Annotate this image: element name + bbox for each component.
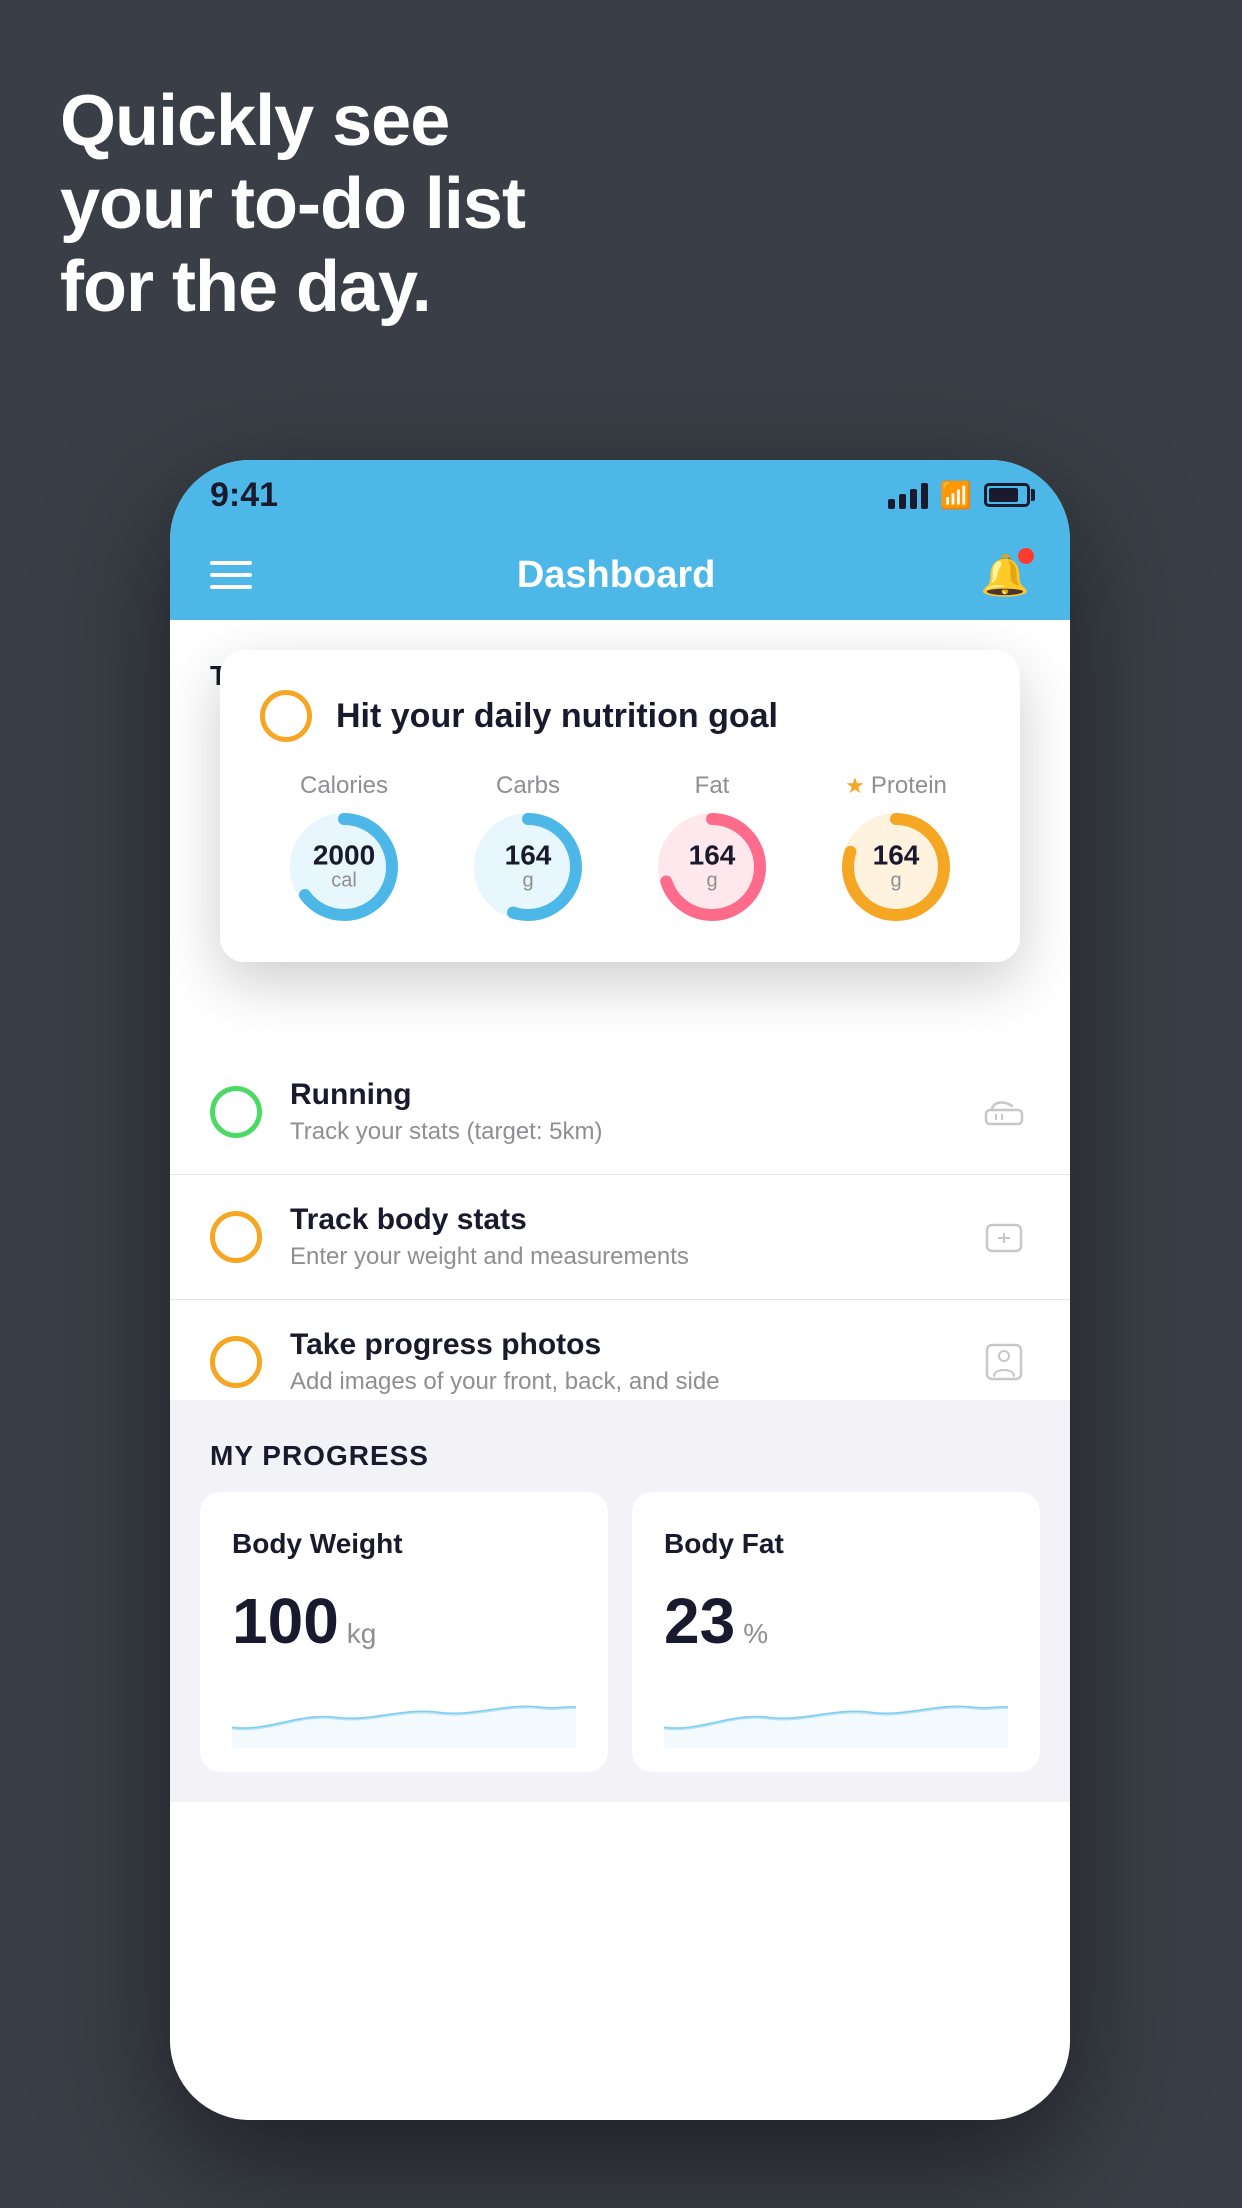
progress-cards: Body Weight 100 kg Body Fat 23 % [170,1492,1070,1802]
nav-bar: Dashboard 🔔 [170,530,1070,620]
nutrition-metrics: Calories 2000 cal Carbs 164 g Fat 164 g … [260,772,980,922]
todo-check-circle[interactable] [210,1086,262,1138]
todo-item[interactable]: Track body stats Enter your weight and m… [170,1175,1070,1300]
phone-frame: 9:41 📶 Dashboard 🔔 THINGS TO DO TODAY [170,460,1070,2120]
todo-text: Track body stats Enter your weight and m… [290,1203,689,1271]
nav-title: Dashboard [517,554,715,597]
todo-subtitle: Track your stats (target: 5km) [290,1118,603,1146]
status-time: 9:41 [210,476,278,515]
nutrition-metric: ★Protein 164 g [841,772,951,922]
todo-title: Take progress photos [290,1328,720,1362]
wifi-icon: 📶 [940,480,972,511]
donut-unit: g [873,870,920,893]
donut-chart: 2000 cal [289,812,399,922]
donut-center: 164 g [505,842,552,893]
todo-check-circle[interactable] [210,1211,262,1263]
todo-text: Running Track your stats (target: 5km) [290,1078,603,1146]
progress-number: 100 [232,1584,339,1658]
donut-center: 164 g [689,842,736,893]
nutrition-card-title-row: Hit your daily nutrition goal [260,690,980,742]
progress-number: 23 [664,1584,735,1658]
progress-card-title: Body Weight [232,1528,576,1560]
todo-item[interactable]: Running Track your stats (target: 5km) [170,1050,1070,1175]
notification-dot [1018,548,1034,564]
progress-value: 100 kg [232,1584,576,1658]
metric-label: Calories [300,772,388,800]
nutrition-metric: Calories 2000 cal [289,772,399,922]
donut-value: 164 [873,842,920,870]
progress-unit: % [743,1618,768,1650]
headline-line1: Quickly see [60,81,449,161]
donut-chart: 164 g [473,812,583,922]
donut-center: 164 g [873,842,920,893]
todo-icon [978,1336,1030,1388]
nutrition-metric: Carbs 164 g [473,772,583,922]
notification-bell-icon[interactable]: 🔔 [980,552,1030,599]
chart-area [232,1678,576,1748]
todo-list: Running Track your stats (target: 5km) T… [170,1050,1070,1425]
progress-section: MY PROGRESS Body Weight 100 kg Body Fat … [170,1400,1070,1802]
battery-icon [984,483,1030,507]
hamburger-menu[interactable] [210,561,252,589]
todo-icon [978,1211,1030,1263]
progress-header: MY PROGRESS [170,1400,1070,1492]
todo-check-circle[interactable] [210,1336,262,1388]
status-bar: 9:41 📶 [170,460,1070,530]
todo-icon [978,1086,1030,1138]
donut-value: 164 [505,842,552,870]
app-content: THINGS TO DO TODAY Hit your daily nutrit… [170,620,1070,2120]
signal-icon [888,481,928,509]
donut-unit: g [689,870,736,893]
metric-label: Fat [695,772,730,800]
todo-subtitle: Enter your weight and measurements [290,1243,689,1271]
todo-subtitle: Add images of your front, back, and side [290,1368,720,1396]
donut-value: 164 [689,842,736,870]
nutrition-metric: Fat 164 g [657,772,767,922]
metric-label: Carbs [496,772,560,800]
donut-chart: 164 g [657,812,767,922]
star-icon: ★ [845,773,865,799]
todo-text: Take progress photos Add images of your … [290,1328,720,1396]
donut-unit: cal [313,870,375,893]
todo-title: Running [290,1078,603,1112]
progress-value: 23 % [664,1584,1008,1658]
nutrition-card-title: Hit your daily nutrition goal [336,697,778,736]
nutrition-check-circle[interactable] [260,690,312,742]
nutrition-card: Hit your daily nutrition goal Calories 2… [220,650,1020,962]
metric-label: ★Protein [845,772,947,800]
donut-unit: g [505,870,552,893]
progress-card[interactable]: Body Fat 23 % [632,1492,1040,1772]
headline: Quickly see your to-do list for the day. [60,80,525,328]
progress-card-title: Body Fat [664,1528,1008,1560]
donut-value: 2000 [313,842,375,870]
todo-title: Track body stats [290,1203,689,1237]
progress-unit: kg [347,1618,377,1650]
donut-center: 2000 cal [313,842,375,893]
progress-card[interactable]: Body Weight 100 kg [200,1492,608,1772]
status-icons: 📶 [888,480,1030,511]
headline-line2: your to-do list [60,164,525,244]
chart-area [664,1678,1008,1748]
headline-line3: for the day. [60,247,431,327]
donut-chart: 164 g [841,812,951,922]
